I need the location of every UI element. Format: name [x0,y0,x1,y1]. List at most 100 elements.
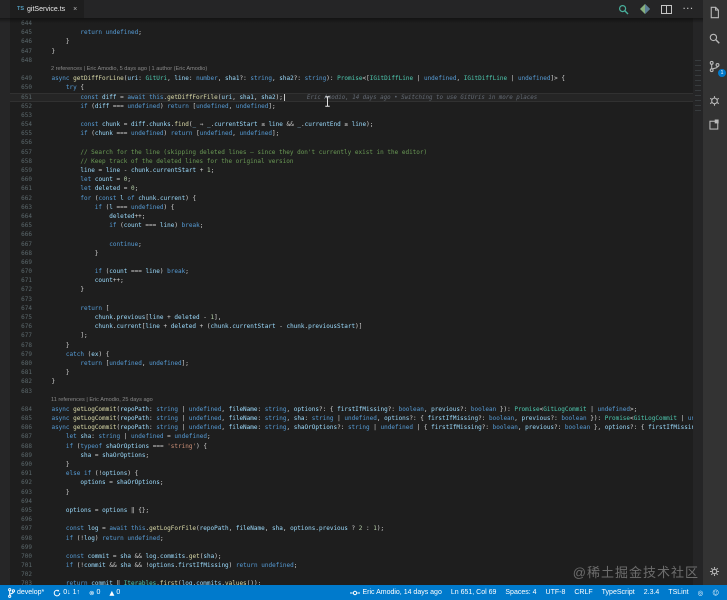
code-text[interactable] [37,497,693,506]
code-line[interactable]: 688 if (typeof shaOrOptions === 'string'… [10,442,693,451]
line-number[interactable]: 647 [10,47,37,56]
code-text[interactable] [37,230,693,239]
line-number[interactable]: 659 [10,166,37,175]
line-number[interactable]: 663 [10,203,37,212]
line-number[interactable]: 691 [10,469,37,478]
code-text[interactable]: } [37,488,693,497]
line-number[interactable]: 680 [10,359,37,368]
line-number[interactable]: 690 [10,460,37,469]
debug-icon[interactable] [708,94,722,108]
line-number[interactable]: 666 [10,230,37,239]
code-text[interactable]: options = shaOrOptions; [37,478,693,487]
code-text[interactable]: if (count === line) break; [37,267,693,276]
code-text[interactable]: catch (ex) { [37,350,693,359]
code-line[interactable]: 668 } [10,249,693,258]
code-line[interactable]: 654 const chunk = diff.chunks.find(_ ⇒ _… [10,120,693,129]
settings-gear-icon[interactable] [708,565,722,579]
code-text[interactable]: ]; [37,331,693,340]
line-number[interactable]: 654 [10,120,37,129]
code-line[interactable]: 695 options = options ‖ {}; [10,506,693,515]
line-number[interactable]: 685 [10,414,37,423]
code-line[interactable]: 649 async getDiffForLine(uri: GitUri, li… [10,74,693,83]
code-lens-line[interactable]: 11 references | Eric Amodio, 25 days ago [10,396,693,405]
code-text[interactable] [37,111,693,120]
code-line[interactable]: 671 count++; [10,276,693,285]
line-number[interactable]: 677 [10,331,37,340]
gitlens-icon[interactable] [640,4,650,14]
code-lens[interactable]: 2 references | Eric Amodio, 5 days ago |… [37,65,693,74]
code-line[interactable]: 674 return [ [10,304,693,313]
code-line[interactable]: 652 if (diff === undefined) return [unde… [10,102,693,111]
code-text[interactable] [37,515,693,524]
code-text[interactable]: } [37,285,693,294]
line-number[interactable]: 664 [10,212,37,221]
code-text[interactable]: line = line - chunk.currentStart + 1; [37,166,693,175]
code-text[interactable]: } [37,341,693,350]
code-text[interactable] [37,258,693,267]
tab-gitservice-ts[interactable]: TS gitService.ts × [10,0,84,18]
code-text[interactable]: async getDiffForLine(uri: GitUri, line: … [37,74,693,83]
line-number[interactable]: 650 [10,83,37,92]
code-line[interactable]: 664 deleted++; [10,212,693,221]
code-line[interactable]: 697 const log = await this.getLogForFile… [10,524,693,533]
line-number[interactable]: 674 [10,304,37,313]
line-number[interactable]: 670 [10,267,37,276]
code-text[interactable]: } [37,47,693,56]
code-text[interactable]: const chunk = diff.chunks.find(_ ⇒ _.cur… [37,120,693,129]
code-line[interactable]: 659 line = line - chunk.currentStart + 1… [10,166,693,175]
language-status[interactable]: TypeScript [602,589,635,596]
code-text[interactable]: if (diff === undefined) return [undefine… [37,102,693,111]
line-number[interactable]: 698 [10,534,37,543]
code-text[interactable]: const commit = sha && log.commits.get(sh… [37,552,693,561]
code-text[interactable]: async getLogCommit(repoPath: string | un… [37,405,693,414]
code-text[interactable]: sha = shaOrOptions; [37,451,693,460]
explorer-icon[interactable] [708,6,722,20]
blame-status[interactable]: Eric Amodio, 14 days ago [350,589,441,597]
code-line[interactable]: 667 continue; [10,240,693,249]
code-lens-line[interactable]: 2 references | Eric Amodio, 5 days ago |… [10,65,693,74]
code-line[interactable]: 650 try { [10,83,693,92]
code-line[interactable]: 648 [10,56,693,65]
feedback-smiley-icon[interactable]: ☺ [712,589,719,597]
code-text[interactable]: count++; [37,276,693,285]
line-number[interactable]: 660 [10,175,37,184]
code-line[interactable]: 647 } [10,47,693,56]
line-number[interactable]: 684 [10,405,37,414]
code-text[interactable]: if (count === line) break; [37,221,693,230]
line-number[interactable]: 701 [10,561,37,570]
code-line[interactable]: 665 if (count === line) break; [10,221,693,230]
line-number[interactable]: 693 [10,488,37,497]
split-editor-icon[interactable] [661,5,672,14]
status-circle-icon[interactable]: ◎ [698,589,704,597]
line-number[interactable]: 661 [10,184,37,193]
line-number[interactable]: 657 [10,148,37,157]
search-icon[interactable] [708,32,722,46]
code-text[interactable]: let sha: string | undefined = undefined; [37,432,693,441]
line-number[interactable]: 676 [10,322,37,331]
code-line[interactable]: 656 [10,138,693,147]
line-number[interactable] [10,65,37,74]
encoding-status[interactable]: UTF-8 [546,589,566,596]
code-text[interactable]: // Keep track of the deleted lines for t… [37,157,693,166]
code-line[interactable]: 683 [10,387,693,396]
extensions-icon[interactable] [708,118,722,132]
code-line[interactable]: 670 if (count === line) break; [10,267,693,276]
code-line[interactable]: 645 return undefined; [10,28,693,37]
code-line[interactable]: 699 [10,543,693,552]
code-text[interactable]: } [37,377,693,386]
code-line[interactable]: 662 for (const l of chunk.current) { [10,194,693,203]
code-line[interactable]: 678 } [10,341,693,350]
code-text[interactable] [37,295,693,304]
code-line[interactable]: 700 const commit = sha && log.commits.ge… [10,552,693,561]
code-text[interactable] [37,543,693,552]
code-line[interactable]: 669 [10,258,693,267]
code-text[interactable]: if (chunk === undefined) return [undefin… [37,129,693,138]
line-number[interactable]: 645 [10,28,37,37]
code-line[interactable]: 687 let sha: string | undefined = undefi… [10,432,693,441]
code-line[interactable]: 655 if (chunk === undefined) return [und… [10,129,693,138]
code-text[interactable]: try { [37,83,693,92]
sync-status[interactable]: 0↓ 1↑ [53,589,80,597]
line-number[interactable]: 688 [10,442,37,451]
ts-version-status[interactable]: 2.3.4 [644,589,660,596]
code-line[interactable]: 676 chunk.current[line + deleted + (chun… [10,322,693,331]
